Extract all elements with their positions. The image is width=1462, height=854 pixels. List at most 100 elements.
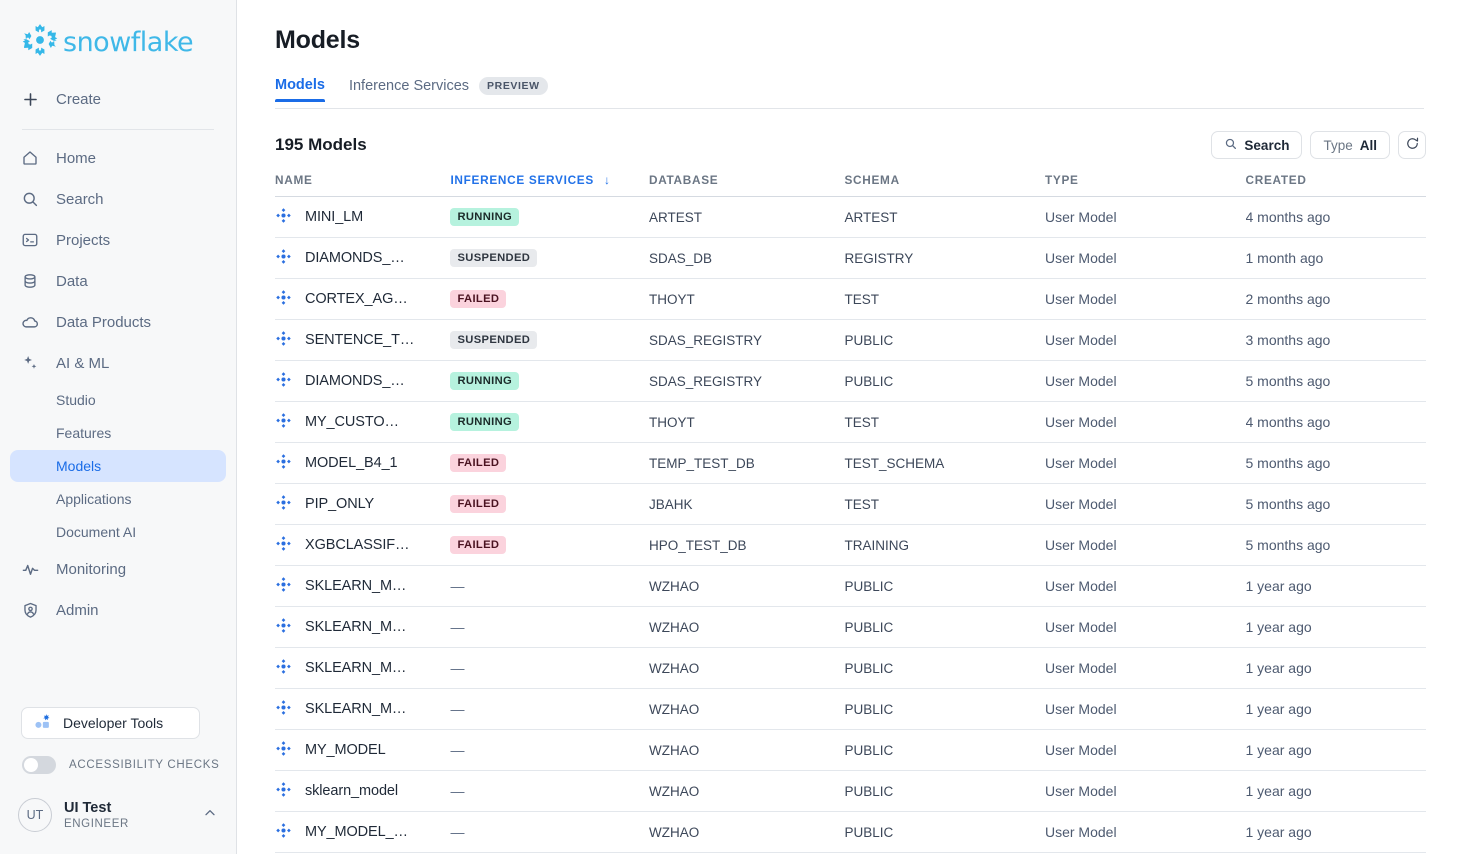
sidebar-item-data[interactable]: Data [10,261,226,301]
cell-created: 1 year ago [1245,729,1426,771]
accessibility-checks-toggle[interactable] [22,756,56,774]
cell-name[interactable]: MY_CUSTO… [275,401,451,443]
table-row[interactable]: CORTEX_AG… FAILED THOYT TEST User Model 2 mon… [275,278,1426,320]
cell-schema: PUBLIC [844,811,1045,853]
cell-type: User Model [1044,360,1246,402]
developer-tools-button[interactable]: Developer Tools [21,707,200,739]
table-row[interactable]: MINI_LM RUNNING ARTEST ARTEST User Model 4 mo… [275,196,1426,238]
cell-schema: TEST [844,483,1045,525]
cell-inference-services: SUSPENDED [450,319,649,361]
sidebar-item-studio[interactable]: Studio [10,384,226,416]
sidebar-item-models[interactable]: Models [10,450,226,482]
model-icon [275,289,292,309]
brand-logo[interactable]: snowflake [0,0,236,79]
cell-name[interactable]: MODEL_B4_1 [275,442,451,484]
table-row[interactable]: SKLEARN_M… — WZHAO PUBLIC User Model 1 year a… [275,606,1426,648]
status-badge: RUNNING [450,208,520,226]
model-icon [275,330,292,350]
cell-name[interactable]: DIAMONDS_… [275,237,451,279]
column-header-created[interactable]: CREATED [1245,173,1426,197]
column-header-database[interactable]: DATABASE [648,173,845,197]
cloud-icon [20,312,40,332]
cell-name[interactable]: sklearn_model [275,770,451,812]
cell-name[interactable]: SKLEARN_M… [275,647,451,689]
cell-name[interactable]: SKLEARN_M… [275,688,451,730]
cell-created: 1 year ago [1245,606,1426,648]
sidebar-item-label: Create [56,90,102,108]
cell-name[interactable]: PIP_ONLY [275,483,451,525]
sidebar-item-projects[interactable]: Projects [10,220,226,260]
cell-name[interactable]: SKLEARN_M… [275,565,451,607]
cell-inference-services: — [450,606,649,648]
sidebar-item-home[interactable]: Home [10,138,226,178]
cell-created: 5 months ago [1245,442,1426,484]
cell-schema: PUBLIC [844,729,1045,771]
shield-person-icon [20,600,40,620]
sidebar-item-admin[interactable]: Admin [10,590,226,630]
table-body: MINI_LM RUNNING ARTEST ARTEST User Model 4 mo… [275,196,1426,853]
table-row[interactable]: SKLEARN_M… — WZHAO PUBLIC User Model 1 year a… [275,647,1426,689]
cell-database: THOYT [648,401,845,443]
sidebar-item-document-ai[interactable]: Document AI [10,516,226,548]
tab-models[interactable]: Models [275,77,325,102]
sidebar: snowflake Create Home Search Projects Da… [0,0,237,854]
status-empty: — [450,783,465,799]
tab-inference-services[interactable]: Inference Services PREVIEW [349,77,548,104]
table-row[interactable]: DIAMONDS_… RUNNING SDAS_REGISTRY PUBLIC User… [275,360,1426,402]
table-row[interactable]: PIP_ONLY FAILED JBAHK TEST User Model 5 month… [275,483,1426,525]
table-row[interactable]: MODEL_B4_1 FAILED TEMP_TEST_DB TEST_SCHEMA U… [275,442,1426,484]
cell-type: User Model [1044,237,1246,279]
status-badge: FAILED [450,536,507,554]
model-name: MINI_LM [305,209,364,225]
cell-name[interactable]: MINI_LM [275,196,451,238]
sidebar-item-monitoring[interactable]: Monitoring [10,549,226,589]
cell-name[interactable]: MY_MODEL_… [275,811,451,853]
model-icon [275,576,292,596]
cell-type: User Model [1044,565,1246,607]
sidebar-item-search[interactable]: Search [10,179,226,219]
cell-name[interactable]: SKLEARN_M… [275,606,451,648]
cell-inference-services: RUNNING [450,360,649,402]
chevron-up-icon[interactable] [202,805,218,826]
table-row[interactable]: SENTENCE_T… SUSPENDED SDAS_REGISTRY PUBLIC U… [275,319,1426,361]
sidebar-item-features[interactable]: Features [10,417,226,449]
cell-name[interactable]: MY_MODEL [275,729,451,771]
accessibility-checks-row[interactable]: ACCESSIBILITY CHECKS [0,739,236,774]
user-profile-row[interactable]: UT UI Test ENGINEER [0,774,236,854]
model-icon [275,494,292,514]
table-row[interactable]: sklearn_model — WZHAO PUBLIC User Model 1 yea… [275,770,1426,812]
refresh-button[interactable] [1398,131,1426,159]
type-filter-button[interactable]: Type All [1310,131,1390,159]
sidebar-item-ai-ml[interactable]: AI & ML [10,343,226,383]
cell-name[interactable]: DIAMONDS_… [275,360,451,402]
column-label: CREATED [1245,173,1307,187]
cell-name[interactable]: CORTEX_AG… [275,278,451,320]
cell-created: 5 months ago [1245,360,1426,402]
table-row[interactable]: SKLEARN_M… — WZHAO PUBLIC User Model 1 year a… [275,565,1426,607]
table-row[interactable]: MY_CUSTO… RUNNING THOYT TEST User Model 4 mon… [275,401,1426,443]
cell-name[interactable]: SENTENCE_T… [275,319,451,361]
table-row[interactable]: DIAMONDS_… SUSPENDED SDAS_DB REGISTRY User M… [275,237,1426,279]
table-row[interactable]: XGBCLASSIF… FAILED HPO_TEST_DB TRAINING User… [275,524,1426,566]
table-row[interactable]: SKLEARN_M… — WZHAO PUBLIC User Model 1 year a… [275,688,1426,730]
column-header-schema[interactable]: SCHEMA [844,173,1045,197]
cell-database: TEMP_TEST_DB [648,442,845,484]
search-button[interactable]: Search [1211,131,1303,159]
cell-inference-services: RUNNING [450,196,649,238]
column-header-inference-services[interactable]: INFERENCE SERVICES ↓ [450,173,649,197]
column-header-name[interactable]: NAME [275,173,451,197]
status-empty: — [450,824,465,840]
sidebar-item-applications[interactable]: Applications [10,483,226,515]
table-row[interactable]: MY_MODEL — WZHAO PUBLIC User Model 1 year ago [275,729,1426,771]
column-header-type[interactable]: TYPE [1044,173,1246,197]
cell-name[interactable]: XGBCLASSIF… [275,524,451,566]
sidebar-item-create[interactable]: Create [10,79,226,119]
cell-inference-services: RUNNING [450,401,649,443]
table-row[interactable]: MY_MODEL_… — WZHAO PUBLIC User Model 1 year a… [275,811,1426,853]
model-name: MY_MODEL_… [305,824,408,840]
table-toolbar: 195 Models Search Type All [237,109,1462,159]
sidebar-item-data-products[interactable]: Data Products [10,302,226,342]
cell-database: JBAHK [648,483,845,525]
cell-type: User Model [1044,442,1246,484]
model-name: SENTENCE_T… [305,332,415,348]
